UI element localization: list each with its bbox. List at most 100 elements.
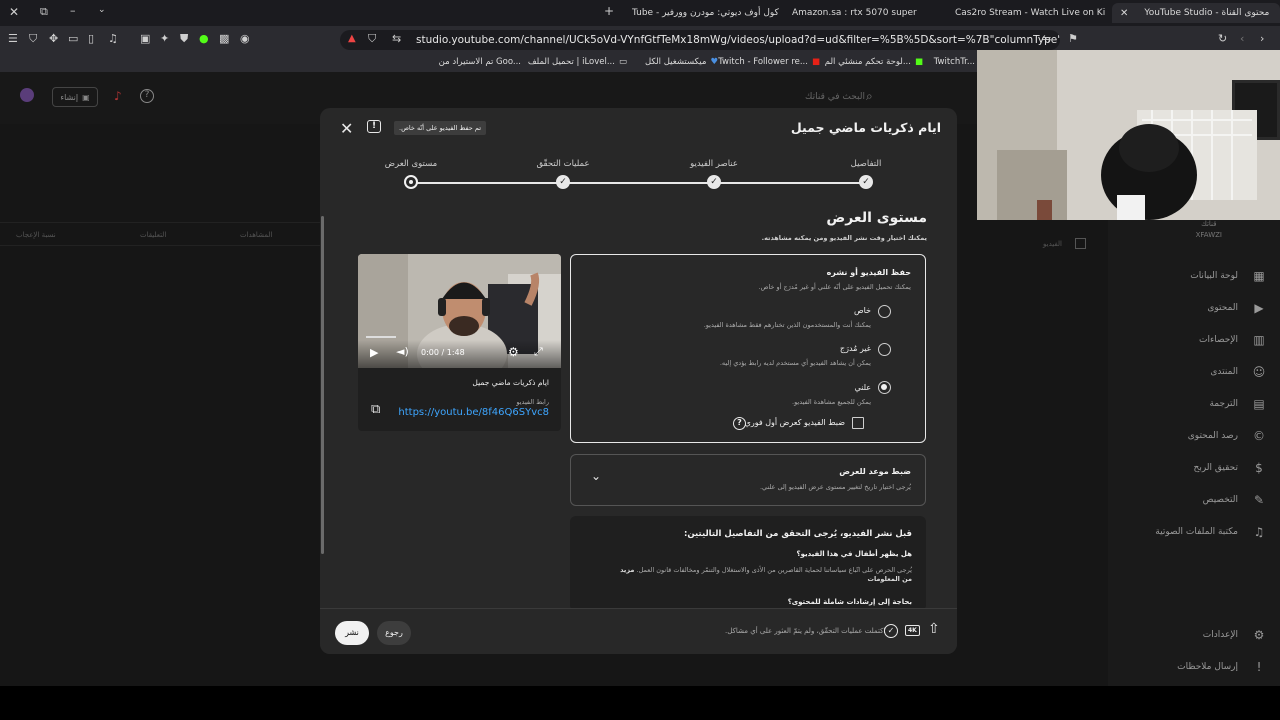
channel-avatar[interactable]	[20, 88, 34, 102]
pin-icon[interactable]: ✥	[49, 32, 58, 45]
reload-icon[interactable]: ↻	[1218, 32, 1227, 45]
sidebar-item-settings[interactable]: الإعدادات ⚙	[1203, 628, 1266, 642]
create-button[interactable]: إنشاء ▣	[52, 87, 98, 107]
close-window-icon[interactable]: ✕	[9, 5, 19, 19]
unlisted-option-description: يمكن أن يشاهد الفيديو أي مستخدم لديه راب…	[719, 359, 871, 367]
bookmark-creator-dashboard[interactable]: لوحة تحكم منشئي الم... ■	[825, 57, 923, 67]
wallet-icon[interactable]: ▭	[68, 32, 78, 45]
bookmark-icon[interactable]: ⚑	[1068, 32, 1078, 45]
video-thumbnail[interactable]: ▶ ◄) 0:00 / 1:48 ⚙ ⤢	[358, 254, 561, 368]
avatar-icon[interactable]: ◉	[240, 32, 250, 45]
tab-youtube-studio[interactable]: ✕ YouTube Studio - محتوى القناة	[1112, 3, 1280, 23]
progress-bar[interactable]	[366, 336, 396, 338]
instant-premiere-checkbox[interactable]	[852, 417, 864, 429]
sidebar-item-analytics[interactable]: الإحصاءات ▥	[1199, 333, 1266, 347]
bookmark-ilovepdf[interactable]: تحميل الملف | iLovel... ▭	[528, 57, 627, 67]
address-bar[interactable]: ▲ ⛉ ⇆ studio.youtube.com/channel/UCk5oVd…	[340, 30, 1060, 50]
step-checks-check-icon[interactable]: ✓	[556, 175, 570, 189]
volume-icon[interactable]: ◄)	[396, 345, 409, 358]
play-icon[interactable]: ▶	[370, 346, 378, 359]
private-radio[interactable]	[878, 305, 891, 318]
fullscreen-icon[interactable]: ⤢	[534, 345, 543, 359]
step-visibility-current-icon[interactable]	[404, 175, 418, 189]
bookmark-twitchtr[interactable]: TwitchTr...	[934, 57, 975, 67]
sidebar-item-feedback[interactable]: إرسال ملاحظات!	[1177, 660, 1266, 674]
warning-icon[interactable]: ▲	[348, 33, 356, 44]
sidebar-item-copyright[interactable]: رصد المحتوى ©	[1188, 429, 1266, 443]
sidebar-item-label: مكتبة الملفات الصوتية	[1155, 527, 1238, 537]
sidebar-icon[interactable]: ▯	[88, 32, 94, 45]
music-icon[interactable]: ♫	[108, 32, 118, 45]
tab-amazon[interactable]: Amazon.sa : rtx 5070 super	[792, 3, 917, 23]
back-arrow-icon[interactable]: ‹	[1240, 32, 1244, 45]
video-link[interactable]: https://youtu.be/8f46Q6SYvc8	[398, 407, 549, 418]
help-circle-icon[interactable]: ?	[733, 417, 746, 430]
site-info-icon[interactable]: ⇆	[392, 32, 401, 45]
scrollbar-thumb[interactable]	[321, 216, 324, 554]
copy-icon[interactable]: ⧉	[371, 402, 380, 417]
restore-window-icon[interactable]: ⧉	[40, 5, 48, 19]
hd-processing-icon: 4K	[905, 625, 920, 636]
menu-icon[interactable]: ☰	[8, 32, 18, 45]
translate-icon[interactable]: ⇋	[1042, 32, 1051, 45]
notification-bell-icon[interactable]: ♪	[114, 89, 122, 103]
screenshot-icon[interactable]: ▩	[219, 32, 229, 45]
tab-cod-youtube[interactable]: كول أوف ديوتي: مودرن وورفير - Tube	[632, 3, 782, 23]
videos-table-header: نسبة الإعجاب التعليقات المشاهدات	[0, 222, 320, 246]
back-button[interactable]: رجوع	[377, 621, 411, 645]
folder-bookmark-icon: ▭	[618, 57, 627, 67]
puzzle-icon[interactable]: ✦	[160, 32, 169, 45]
chevron-down-icon[interactable]: ⌄	[591, 469, 601, 483]
brave-shield-icon[interactable]: ⛉	[368, 32, 376, 46]
extension-icon[interactable]: ▣	[140, 32, 150, 45]
kick-bookmark-icon: ■	[914, 57, 923, 67]
bookmark-imported[interactable]: تم الاستيراد من Goo...	[439, 57, 521, 67]
publish-button[interactable]: نشر	[335, 621, 369, 645]
channel-label: قناتك	[1201, 220, 1217, 228]
step-details-check-icon[interactable]: ✓	[859, 175, 873, 189]
sidebar-item-audio-library[interactable]: مكتبة الملفات الصوتية ♫	[1155, 525, 1266, 539]
sidebar-item-earn[interactable]: تحقيق الربح $	[1194, 461, 1266, 475]
bookmark-mix[interactable]: ميكستشغيل الكل ♥	[645, 57, 718, 67]
tab-label: Amazon.sa : rtx 5070 super	[792, 8, 917, 18]
schedule-section[interactable]: ضبط موعد للعرض يُرجى اختيار تاريخ لتغيير…	[570, 454, 926, 506]
sidebar-item-dashboard[interactable]: لوحة البيانات ▦	[1190, 269, 1266, 283]
dialog-scrollbar[interactable]	[320, 208, 324, 554]
sidebar-item-content[interactable]: المحتوى ▶	[1207, 301, 1266, 315]
webcam-image	[977, 50, 1280, 220]
channel-info: قناتك XFAWZI	[1196, 220, 1222, 239]
bookmark-label: TwitchTr...	[933, 57, 975, 67]
search-icon[interactable]: ⌕	[866, 89, 873, 104]
sidebar-item-community[interactable]: المنتدى ☺	[1210, 365, 1266, 379]
subtitles-icon: ▤	[1253, 397, 1265, 411]
sidebar-item-customization[interactable]: التخصيص ✎	[1203, 493, 1266, 507]
select-all-checkbox[interactable]	[1075, 238, 1086, 249]
bookmark-label: تحميل الملف | iLovel...	[527, 57, 615, 67]
unlisted-radio[interactable]	[878, 343, 891, 356]
sidebar-item-subtitles[interactable]: الترجمة ▤	[1209, 397, 1266, 411]
earn-icon: $	[1255, 461, 1263, 475]
public-radio[interactable]	[878, 381, 891, 394]
shield-icon[interactable]: ⛉	[29, 32, 37, 46]
sidebar-item-label: لوحة البيانات	[1190, 271, 1238, 281]
close-tab-icon[interactable]: ✕	[1120, 8, 1128, 19]
search-input[interactable]: البحث في قناتك	[760, 86, 895, 108]
close-dialog-icon[interactable]: ✕	[340, 119, 353, 138]
feedback-alert-icon[interactable]: !	[367, 120, 381, 133]
step-video-elements-check-icon[interactable]: ✓	[707, 175, 721, 189]
sidebar-item-label: إرسال ملاحظات	[1177, 662, 1238, 672]
new-tab-icon[interactable]: +	[604, 4, 614, 18]
help-icon[interactable]: ?	[140, 89, 154, 103]
vpn-icon[interactable]: ⛊	[180, 32, 188, 46]
forward-arrow-icon[interactable]: ›	[1260, 32, 1264, 45]
tab-list-chevron-icon[interactable]: ⌄	[98, 5, 106, 15]
minimize-window-icon[interactable]: –	[70, 4, 76, 17]
bookmark-twitch-follower[interactable]: Twitch - Follower re... ■	[718, 57, 820, 67]
community-icon: ☺	[1252, 365, 1266, 379]
settings-gear-icon[interactable]: ⚙	[508, 345, 519, 359]
prepublish-checks: قبل نشر الفيديو، يُرجى التحقق من التفاصي…	[570, 516, 926, 611]
prepublish-title: قبل نشر الفيديو، يُرجى التحقق من التفاصي…	[684, 529, 912, 539]
sidebar-item-label: المنتدى	[1210, 367, 1238, 377]
tab-kick[interactable]: Cas2ro Stream - Watch Live on Kick	[955, 3, 1105, 23]
kick-extension-icon[interactable]: ●	[199, 32, 209, 45]
